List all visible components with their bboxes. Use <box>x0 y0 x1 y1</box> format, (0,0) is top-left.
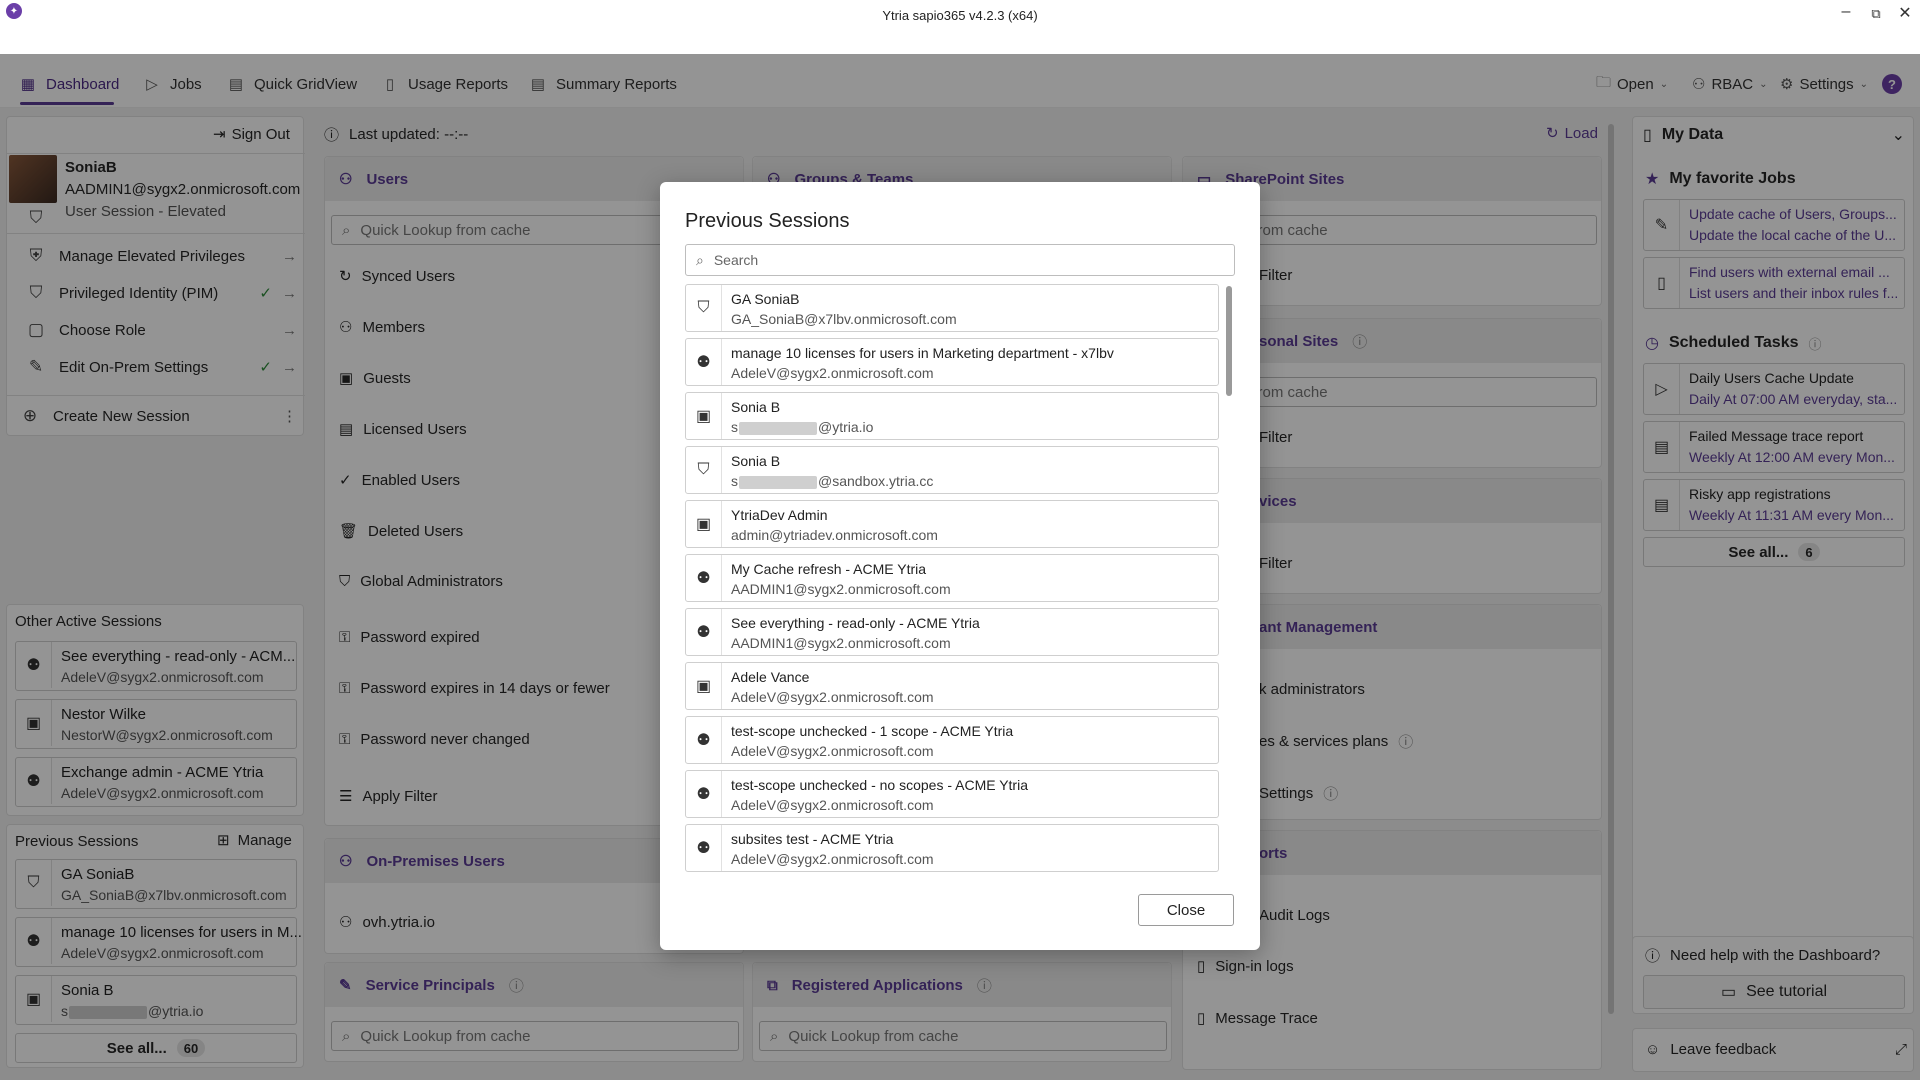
session-row-title: Sonia B <box>731 399 781 415</box>
role-user-icon: ⚉ <box>686 609 722 655</box>
session-row[interactable]: ⚉ test-scope unchecked - 1 scope - ACME Y… <box>685 716 1219 764</box>
session-row[interactable]: ⚉ test-scope unchecked - no scopes - ACME… <box>685 770 1219 818</box>
session-row-title: GA SoniaB <box>731 291 800 307</box>
session-row-title: Sonia B <box>731 453 781 469</box>
session-list-scrollbar[interactable] <box>1226 286 1232 396</box>
session-row[interactable]: ⚉ See everything - read-only - ACME Ytria… <box>685 608 1219 656</box>
session-row-title: subsites test - ACME Ytria <box>731 831 894 847</box>
session-list: ⛉ GA SoniaB GA_SoniaB@x7lbv.onmicrosoft.co… <box>685 284 1219 886</box>
email-suffix: @ytria.io <box>818 419 874 435</box>
session-row-title: YtriaDev Admin <box>731 507 828 523</box>
close-dialog-button[interactable]: Close <box>1138 894 1234 926</box>
session-row-email: s @ytria.io <box>731 419 873 435</box>
session-row-email: s @sandbox.ytria.cc <box>731 473 933 489</box>
dialog-title: Previous Sessions <box>685 210 850 232</box>
session-row-email: AdeleV@sygx2.onmicrosoft.com <box>731 743 934 759</box>
role-user-icon: ⚉ <box>686 771 722 817</box>
session-row-email: AADMIN1@sygx2.onmicrosoft.com <box>731 581 951 597</box>
session-row-email: AdeleV@sygx2.onmicrosoft.com <box>731 797 934 813</box>
session-row[interactable]: ⚉ subsites test - ACME Ytria AdeleV@sygx2.… <box>685 824 1219 872</box>
title-bar: ✦ Ytria sapio365 v4.2.3 (x64) – ⧉ ✕ <box>0 0 1920 30</box>
session-row-email: AdeleV@sygx2.onmicrosoft.com <box>731 365 934 381</box>
shield-user-icon: ⛉ <box>686 285 722 331</box>
search-icon: ⌕ <box>696 251 704 268</box>
session-row[interactable]: ▣ Sonia B s @ytria.io <box>685 392 1219 440</box>
redacted-text <box>739 475 817 489</box>
session-row-email: AADMIN1@sygx2.onmicrosoft.com <box>731 635 951 651</box>
email-suffix: @sandbox.ytria.cc <box>818 473 934 489</box>
badge-user-icon: ▣ <box>686 663 722 709</box>
session-row[interactable]: ⚉ manage 10 licenses for users in Marketi… <box>685 338 1219 386</box>
role-user-icon: ⚉ <box>686 717 722 763</box>
session-row-email: admin@ytriadev.onmicrosoft.com <box>731 527 938 543</box>
session-row-title: manage 10 licenses for users in Marketin… <box>731 345 1114 361</box>
session-row-email: AdeleV@sygx2.onmicrosoft.com <box>731 851 934 867</box>
session-row-email: GA_SoniaB@x7lbv.onmicrosoft.com <box>731 311 957 327</box>
badge-user-icon: ▣ <box>686 393 722 439</box>
minimize-button[interactable]: – <box>1834 3 1858 21</box>
session-row[interactable]: ▣ Adele Vance AdeleV@sygx2.onmicrosoft.com <box>685 662 1219 710</box>
session-row-title: Adele Vance <box>731 669 810 685</box>
session-row[interactable]: ⛉ GA SoniaB GA_SoniaB@x7lbv.onmicrosoft.co… <box>685 284 1219 332</box>
close-window-button[interactable]: ✕ <box>1893 3 1917 23</box>
badge-user-icon: ▣ <box>686 501 722 547</box>
session-row-email: AdeleV@sygx2.onmicrosoft.com <box>731 689 934 705</box>
window-title: Ytria sapio365 v4.2.3 (x64) <box>882 7 1038 23</box>
previous-sessions-dialog: Previous Sessions ⌕ Search ⛉ GA SoniaB GA_S… <box>660 182 1260 950</box>
session-row[interactable]: ⚉ My Cache refresh - ACME Ytria AADMIN1@sy… <box>685 554 1219 602</box>
role-user-icon: ⚉ <box>686 825 722 871</box>
role-user-icon: ⚉ <box>686 555 722 601</box>
shield-user-icon: ⛉ <box>686 447 722 493</box>
session-search-input[interactable]: ⌕ Search <box>685 244 1235 276</box>
email-prefix: s <box>731 419 738 435</box>
session-row-title: test-scope unchecked - 1 scope - ACME Yt… <box>731 723 1014 739</box>
session-row-title: My Cache refresh - ACME Ytria <box>731 561 927 577</box>
app-logo-icon: ✦ <box>6 3 22 19</box>
session-row[interactable]: ⛉ Sonia B s @sandbox.ytria.cc <box>685 446 1219 494</box>
session-row[interactable]: ▣ YtriaDev Admin admin@ytriadev.onmicrosof… <box>685 500 1219 548</box>
session-row-title: See everything - read-only - ACME Ytria <box>731 615 980 631</box>
restore-button[interactable]: ⧉ <box>1864 6 1888 22</box>
email-prefix: s <box>731 473 738 489</box>
role-user-icon: ⚉ <box>686 339 722 385</box>
redacted-text <box>739 421 817 435</box>
session-row-title: test-scope unchecked - no scopes - ACME … <box>731 777 1028 793</box>
